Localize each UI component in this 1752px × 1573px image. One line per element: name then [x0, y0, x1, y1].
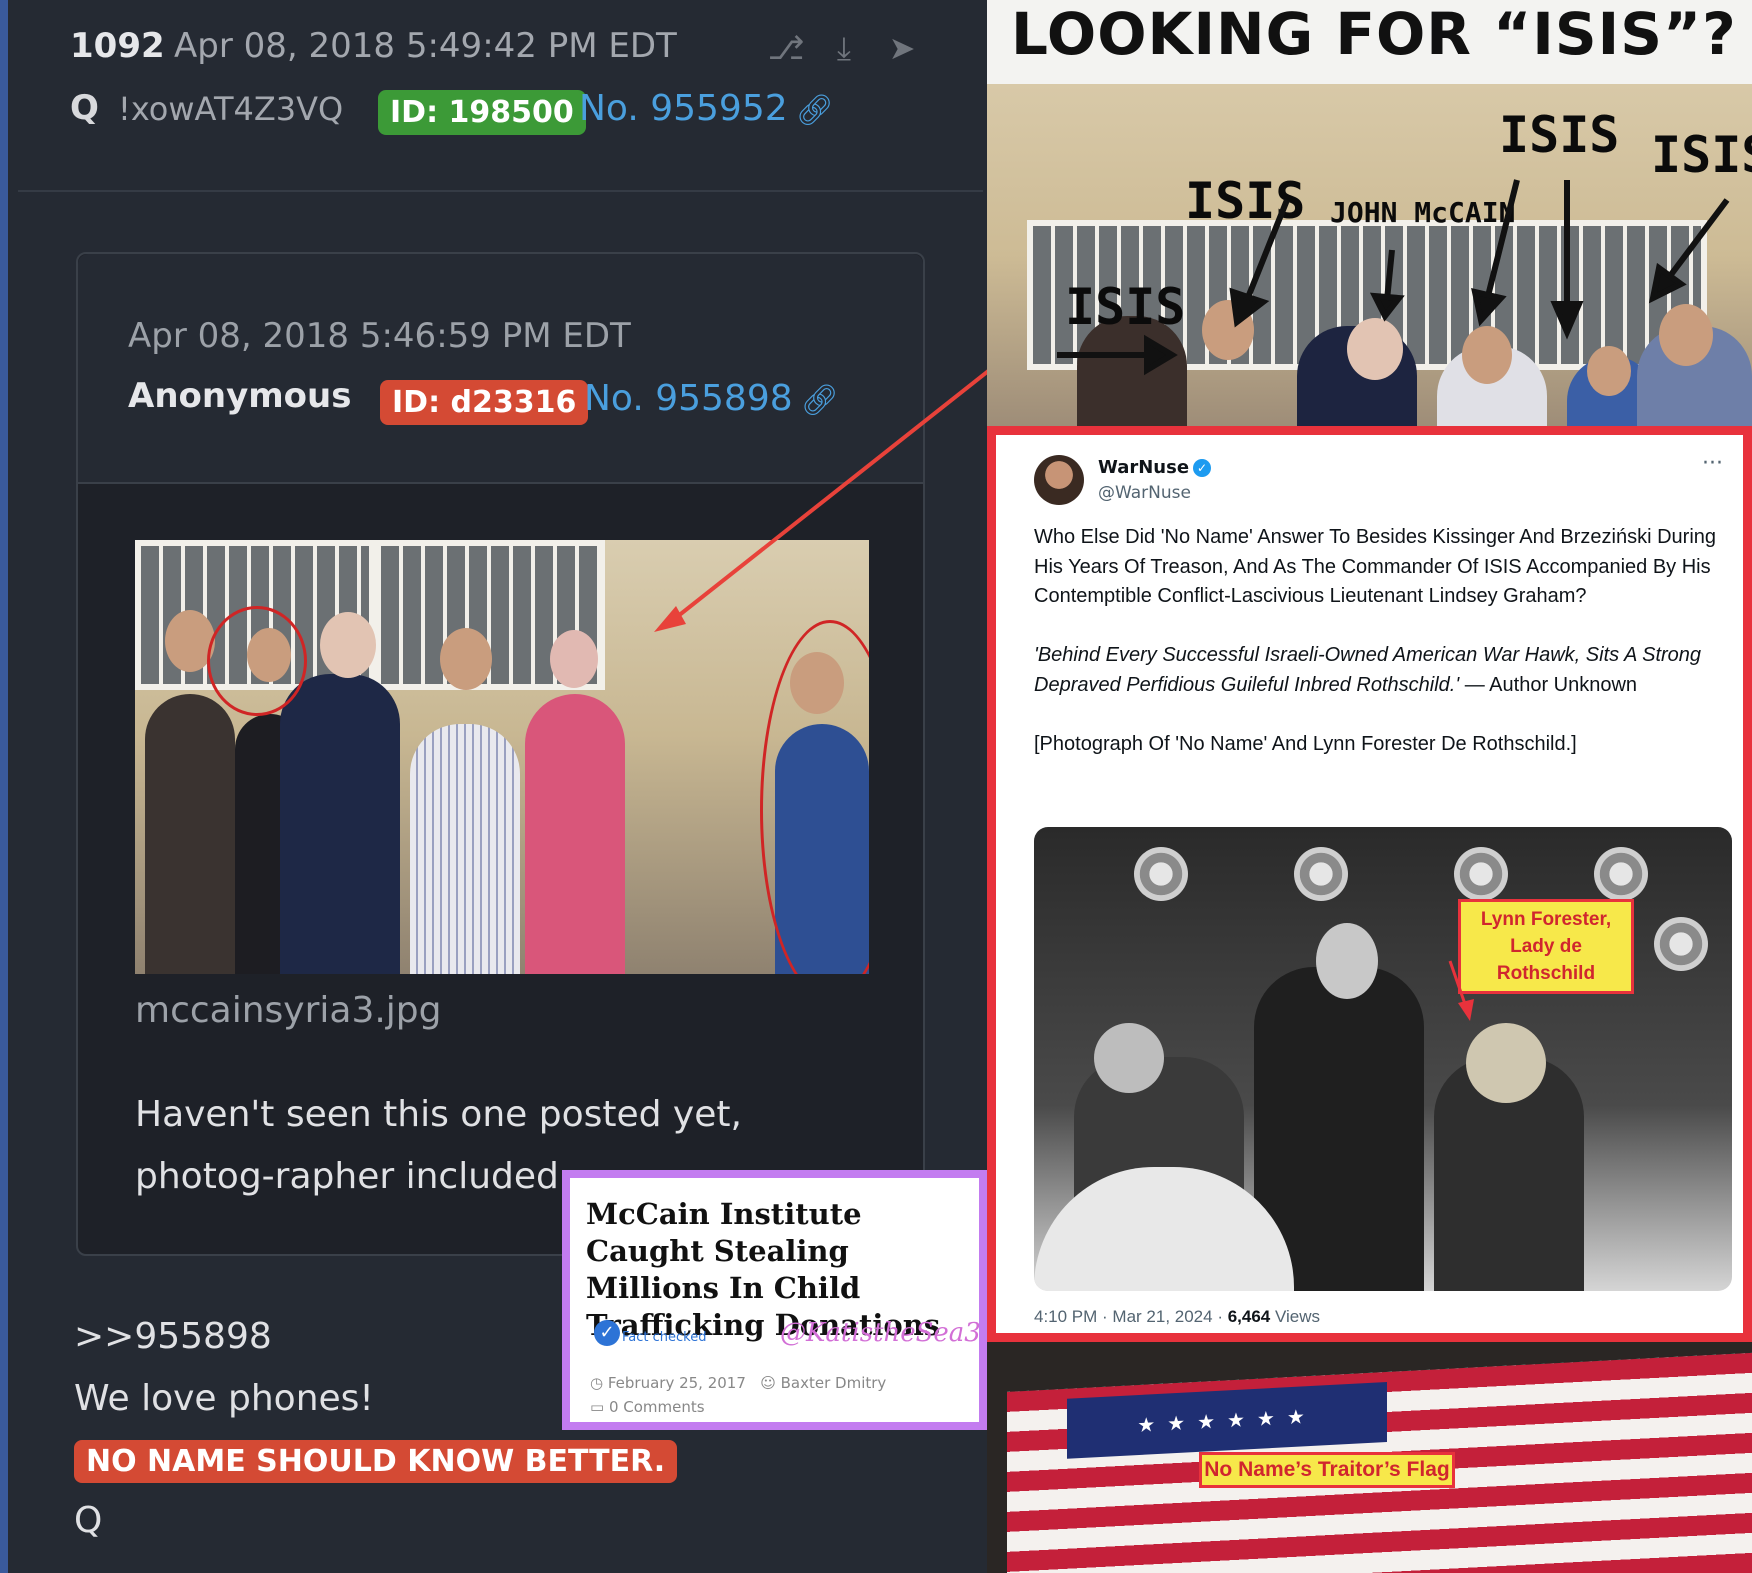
clipping-date-row: ◷ February 25, 2017 ☺ Baxter Dmitry [590, 1374, 886, 1392]
tweet-views-count: 6,464 [1227, 1307, 1271, 1326]
tweet-quote-paragraph: 'Behind Every Successful Israeli-Owned A… [1034, 641, 1724, 700]
arrow [1448, 960, 1468, 1008]
arrow-head [1369, 292, 1405, 322]
tweet-card: WarNuse ✓ @WarNuse ··· Who Else Did 'No N… [987, 426, 1752, 1342]
clipping-comments: 0 Comments [608, 1398, 705, 1416]
news-clipping: McCain Institute Caught Stealing Million… [562, 1170, 987, 1430]
user-icon: ☺ [760, 1374, 781, 1392]
tweet-paragraph: Who Else Did 'No Name' Answer To Besides… [1034, 526, 1717, 607]
arrow [1664, 198, 1730, 282]
arrow-head [1458, 999, 1474, 1021]
clipping-comments-row: ▭ 0 Comments [590, 1398, 705, 1416]
tweet-image[interactable]: Lynn Forester, Lady de Rothschild [1034, 827, 1732, 1291]
watermark: @KatistheSea3 [780, 1318, 981, 1348]
verified-icon: ✓ [1193, 459, 1212, 477]
more-options-icon[interactable]: ··· [1702, 451, 1723, 476]
tweet-handle[interactable]: @WarNuse [1098, 483, 1191, 503]
check-icon: ✓ [594, 1320, 620, 1346]
display-name-text[interactable]: WarNuse [1098, 457, 1189, 478]
clock-icon: ◷ [590, 1374, 608, 1392]
clipping-date: February 25, 2017 [607, 1374, 746, 1392]
arrow-head [1471, 288, 1507, 327]
photo-arrow [1448, 960, 1474, 1021]
tweet-quote-attribution: — Author Unknown [1464, 673, 1638, 696]
isis-arrows [1057, 179, 1730, 376]
arrow-head [1144, 334, 1178, 376]
tweet-body: Who Else Did 'No Name' Answer To Besides… [1034, 523, 1724, 789]
isis-meme-image: LOOKING FOR “ISIS”? ISIS ISIS JOHN McCAI… [987, 0, 1752, 426]
arrow-head [1648, 262, 1687, 304]
arrow-head [654, 606, 686, 632]
tweet-paragraph: [Photograph Of 'No Name' And Lynn Forest… [1034, 732, 1577, 755]
arrow [1384, 249, 1395, 301]
tweet-display-name[interactable]: WarNuse ✓ [1098, 457, 1212, 478]
tweet-time[interactable]: 4:10 PM · Mar 21, 2024 · [1034, 1307, 1228, 1326]
flag-annotation-label: No Name’s Traitor’s Flag [1199, 1452, 1455, 1488]
arrow-head [1229, 287, 1270, 328]
tweet-footer: 4:10 PM · Mar 21, 2024 · 6,464 Views [1034, 1307, 1320, 1327]
avatar[interactable] [1034, 455, 1084, 505]
arrow [1244, 198, 1290, 302]
flag-coffin-image: ★★★★★★ No Name’s Traitor’s Flag [987, 1342, 1752, 1573]
fact-checked-label: Fact checked [622, 1330, 707, 1345]
flag-stars: ★★★★★★ [1067, 1382, 1387, 1459]
arrow [1484, 179, 1520, 301]
clipping-author: Baxter Dmitry [780, 1374, 887, 1392]
arrow-head [1550, 301, 1584, 340]
comment-icon: ▭ [590, 1398, 609, 1416]
tweet-views-label: Views [1270, 1307, 1321, 1326]
